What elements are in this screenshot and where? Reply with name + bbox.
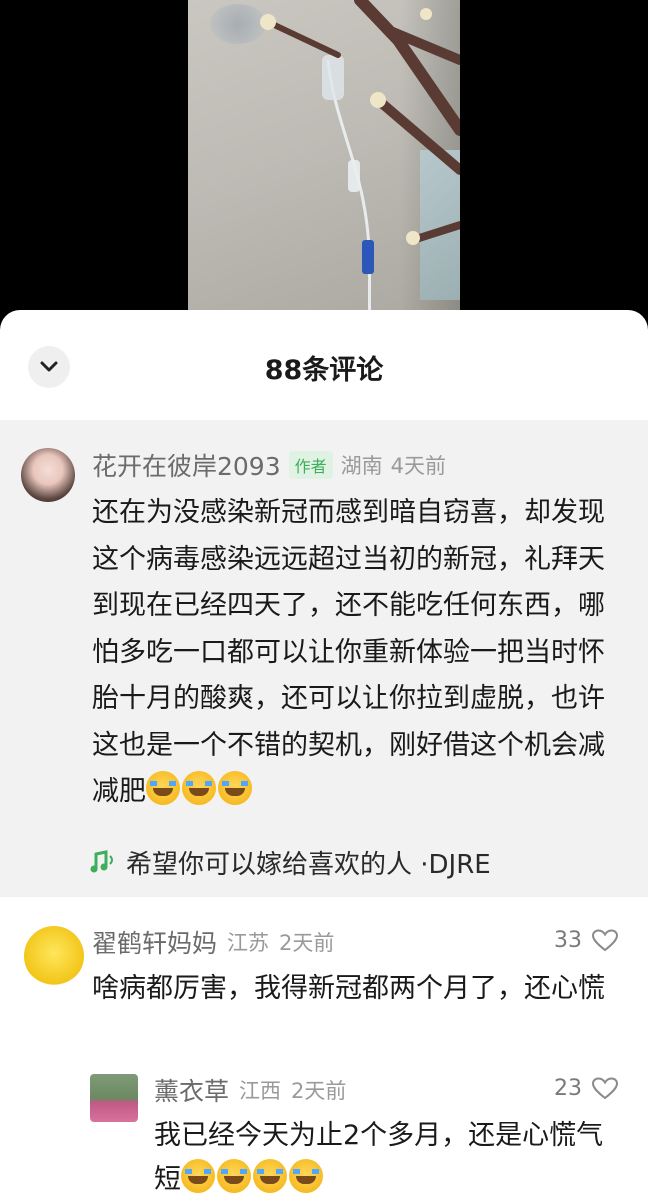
timestamp: 2天前 (291, 1079, 347, 1103)
comment-meta: 薰衣草 江西 2天前 (154, 1072, 346, 1108)
avatar[interactable] (24, 926, 84, 986)
username[interactable]: 薰衣草 (154, 1072, 229, 1108)
video-player[interactable] (0, 0, 648, 330)
comment-item-author[interactable]: 花开在彼岸2093 作者 湖南 4天前 还在为没感染新冠而感到暗自窃喜，却发现这… (0, 420, 648, 897)
comment-text: 我已经今天为止2个多月，还是心慌气短 (154, 1114, 624, 1200)
sheet-header: 88条评论 (0, 310, 648, 420)
heart-icon (592, 1076, 618, 1099)
timestamp: 2天前 (279, 931, 335, 955)
location: 湖南 (340, 454, 383, 478)
author-badge: 作者 (288, 451, 333, 479)
like-count: 23 (554, 1076, 582, 1101)
location: 江苏 (227, 931, 270, 955)
comment-count-title: 88条评论 (264, 355, 384, 386)
crying-laughing-emoji-icon (218, 771, 252, 805)
username[interactable]: 花开在彼岸2093 (92, 447, 281, 483)
timestamp: 4天前 (390, 454, 447, 478)
like-button[interactable]: 23 (554, 1076, 618, 1101)
video-frame[interactable] (188, 0, 460, 330)
comment-meta: 翟鹤轩妈妈 江苏 2天前 (92, 924, 334, 960)
avatar[interactable] (21, 448, 75, 502)
crying-emoji-icon (217, 1159, 251, 1193)
comment-body: 还在为没感染新冠而感到暗自窃喜，却发现这个病毒感染远远超过当初的新冠，礼拜天到现… (92, 497, 605, 807)
crying-emoji-icon (289, 1159, 323, 1193)
crying-emoji-icon (253, 1159, 287, 1193)
like-button[interactable]: 33 (554, 928, 618, 953)
music-link[interactable]: 希望你可以嫁给喜欢的人 ·DJRE (90, 844, 491, 881)
comment-text: 还在为没感染新冠而感到暗自窃喜，却发现这个病毒感染远远超过当初的新冠，礼拜天到现… (92, 490, 618, 816)
comment-text: 啥病都厉害，我得新冠都两个月了，还心慌 (92, 973, 605, 1004)
comment-sheet: 88条评论 花开在彼岸2093 作者 湖南 4天前 还在为没感染新冠而感到暗自窃… (0, 310, 648, 1200)
username[interactable]: 翟鹤轩妈妈 (92, 924, 217, 960)
iv-stand-illustration (260, 0, 460, 330)
music-note-icon (90, 849, 113, 872)
crying-laughing-emoji-icon (182, 771, 216, 805)
music-title[interactable]: 希望你可以嫁给喜欢的人 ·DJRE (126, 844, 491, 881)
crying-emoji-icon (181, 1159, 215, 1193)
location: 江西 (239, 1079, 282, 1103)
like-count: 33 (554, 928, 582, 953)
comment-meta: 花开在彼岸2093 作者 湖南 4天前 (92, 448, 446, 482)
avatar[interactable] (90, 1074, 138, 1122)
heart-icon (592, 928, 618, 951)
crying-laughing-emoji-icon (146, 771, 180, 805)
